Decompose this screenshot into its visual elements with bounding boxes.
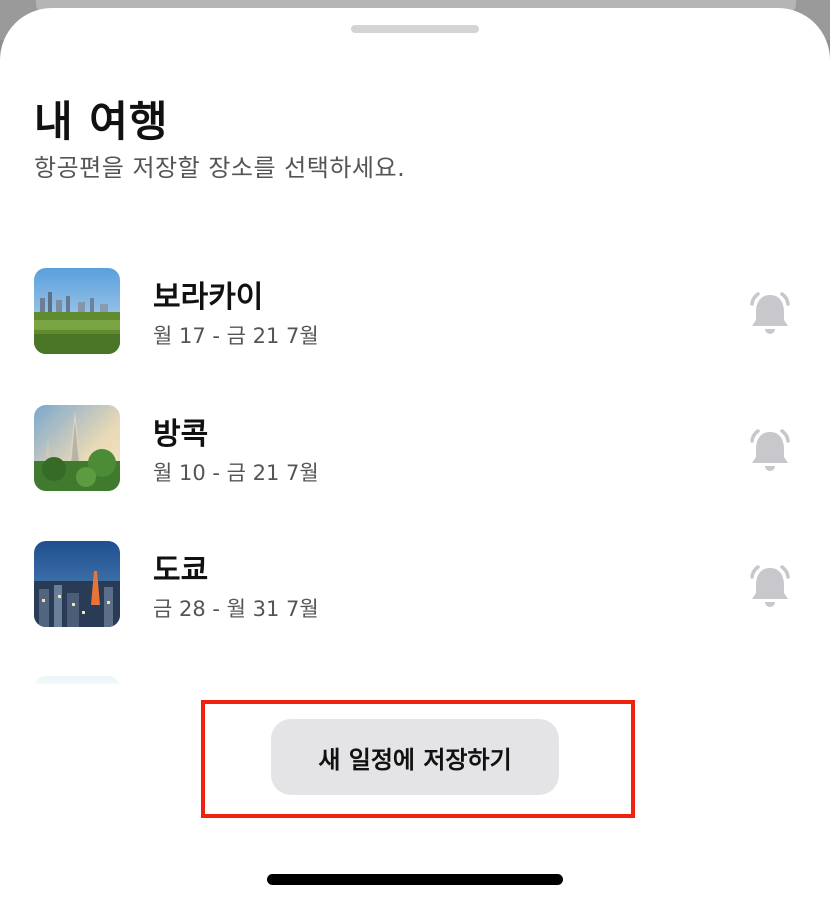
trip-thumbnail [34,268,120,354]
sheet-grabber[interactable] [351,25,479,33]
save-to-new-trip-button[interactable]: 새 일정에 저장하기 [271,719,559,795]
trip-thumbnail [34,405,120,491]
trip-item-bangkok[interactable]: 방콕 월 10 - 금 21 7월 [0,395,830,505]
trip-dates: 금 28 - 월 31 7월 [153,597,319,621]
trip-item-tokyo[interactable]: 도쿄 금 28 - 월 31 7월 [0,531,830,641]
sheet-title: 내 여행 [34,97,169,146]
trip-item-boracay[interactable]: 보라카이 월 17 - 금 21 7월 [0,258,830,368]
bottom-sheet: 내 여행 항공편을 저장할 장소를 선택하세요. 보라카이 월 17 - 금 2… [0,8,830,902]
bell-icon[interactable] [744,286,796,338]
trip-dates: 월 17 - 금 21 7월 [153,324,319,348]
home-indicator [267,874,563,885]
trip-thumbnail [34,541,120,627]
trip-dates: 월 10 - 금 21 7월 [153,461,319,485]
sheet-subtitle: 항공편을 저장할 장소를 선택하세요. [34,154,406,182]
trip-list: 보라카이 월 17 - 금 21 7월 방콕 월 10 - 금 21 7월 도쿄… [0,258,830,684]
bell-icon[interactable] [744,423,796,475]
trip-name: 방콕 [153,417,209,452]
bell-icon[interactable] [744,559,796,611]
list-fade [0,648,830,708]
trip-name: 보라카이 [153,280,264,315]
trip-name: 도쿄 [153,553,209,588]
